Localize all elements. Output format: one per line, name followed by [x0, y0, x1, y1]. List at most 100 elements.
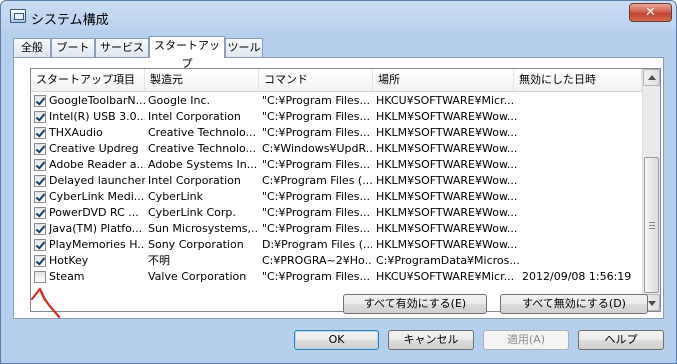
- cell-date-disabled: [522, 253, 640, 269]
- list-item[interactable]: CyberLink Medi... CyberLink "C:¥Program Fi…: [31, 189, 642, 205]
- startup-checkbox[interactable]: [34, 111, 46, 123]
- cell-startup-item: PowerDVD RC ...: [49, 206, 139, 219]
- close-button[interactable]: ✕: [629, 3, 672, 22]
- cell-startup-item: Creative Updreg: [49, 142, 139, 155]
- cell-date-disabled: [522, 189, 640, 205]
- column-header-startup-item[interactable]: スタートアップ項目: [31, 69, 145, 92]
- cell-manufacturer: CyberLink: [148, 190, 203, 203]
- cell-command: C:¥Windows¥UpdR...: [262, 142, 372, 155]
- column-header-location[interactable]: 場所: [373, 69, 514, 92]
- title-bar[interactable]: システム構成 ✕: [1, 1, 676, 31]
- cell-manufacturer: Creative Technolo...: [148, 142, 257, 155]
- startup-checkbox[interactable]: [34, 175, 46, 187]
- cell-location: HKLM¥SOFTWARE¥Wow...: [376, 126, 518, 139]
- cell-command: C:¥PROGRA~2¥Ho...: [262, 254, 372, 267]
- window-title: システム構成: [31, 13, 109, 28]
- cell-date-disabled: [522, 205, 640, 221]
- enable-all-button[interactable]: すべて有効にする(E): [343, 294, 487, 314]
- tab-boot[interactable]: ブート: [51, 38, 95, 57]
- cell-manufacturer: Google Inc.: [148, 94, 211, 107]
- list-item[interactable]: Steam Valve Corporation "C:¥Program Files.…: [31, 269, 642, 285]
- cell-location: HKLM¥SOFTWARE¥Wow...: [376, 142, 518, 155]
- cell-manufacturer: Adobe Systems In...: [148, 158, 258, 171]
- annotation-arrow-icon: [30, 287, 61, 319]
- cell-location: HKLM¥SOFTWARE¥Wow...: [376, 238, 518, 251]
- column-header-command[interactable]: コマンド: [259, 69, 373, 92]
- list-item[interactable]: HotKey 不明 C:¥PROGRA~2¥Ho... C:¥ProgramData¥…: [31, 253, 642, 269]
- cell-manufacturer: Sony Corporation: [148, 238, 244, 251]
- cell-startup-item: PlayMemories H...: [49, 238, 145, 251]
- startup-checkbox[interactable]: [34, 271, 46, 283]
- list-item[interactable]: Creative Updreg Creative Technolo... C:¥Wi…: [31, 141, 642, 157]
- cell-date-disabled: [522, 157, 640, 173]
- cell-command: "C:¥Program Files...: [262, 158, 370, 171]
- cell-date-disabled: [522, 125, 640, 141]
- cell-location: HKLM¥SOFTWARE¥Wow...: [376, 190, 518, 203]
- cell-location: HKCU¥SOFTWARE¥Micr...: [376, 94, 515, 107]
- cell-command: "C:¥Program Files...: [262, 110, 370, 123]
- arrow-head: [30, 287, 47, 302]
- cell-location: HKLM¥SOFTWARE¥Wow...: [376, 206, 518, 219]
- cell-command: "C:¥Program Files...: [262, 190, 370, 203]
- cell-command: "C:¥Program Files...: [262, 270, 370, 283]
- grip-line: [649, 228, 655, 229]
- cell-startup-item: THXAudio: [49, 126, 103, 139]
- list-rows: GoogleToolbarN... Google Inc. "C:¥Program …: [31, 93, 642, 285]
- startup-checkbox[interactable]: [34, 127, 46, 139]
- cell-date-disabled: [522, 237, 640, 253]
- startup-panel: スタートアップ項目 製造元 コマンド 場所 無効にした日時 GoogleTool…: [13, 57, 664, 319]
- cell-command: "C:¥Program Files...: [262, 206, 370, 219]
- startup-checkbox[interactable]: [34, 159, 46, 171]
- cell-location: HKLM¥SOFTWARE¥Wow...: [376, 222, 518, 235]
- cell-manufacturer: Sun Microsystems,...: [148, 222, 258, 235]
- grip-line: [649, 222, 655, 223]
- startup-list[interactable]: スタートアップ項目 製造元 コマンド 場所 無効にした日時 GoogleTool…: [30, 68, 661, 312]
- cell-date-disabled: [522, 141, 640, 157]
- cell-command: C:¥Program Files (...: [262, 174, 372, 187]
- disable-all-button[interactable]: すべて無効にする(D): [500, 294, 648, 314]
- list-item[interactable]: THXAudio Creative Technolo... "C:¥Program …: [31, 125, 642, 141]
- cell-startup-item: Delayed launcher: [49, 174, 145, 187]
- tab-services[interactable]: サービス: [95, 38, 149, 57]
- list-item[interactable]: PowerDVD RC ... CyberLink Corp. "C:¥Progra…: [31, 205, 642, 221]
- list-item[interactable]: Delayed launcher Intel Corporation C:¥Prog…: [31, 173, 642, 189]
- scroll-up-arrow-icon[interactable]: [643, 69, 660, 86]
- help-button[interactable]: ヘルプ: [578, 330, 664, 350]
- vertical-scrollbar[interactable]: [642, 69, 660, 311]
- cell-command: D:¥Program Files (...: [262, 238, 372, 251]
- tab-general[interactable]: 全般: [13, 38, 51, 57]
- column-header-manufacturer[interactable]: 製造元: [145, 69, 259, 92]
- cell-manufacturer: Creative Technolo...: [148, 126, 257, 139]
- cell-manufacturer: CyberLink Corp.: [148, 206, 236, 219]
- cell-date-disabled: [522, 173, 640, 189]
- grip-line: [649, 225, 655, 226]
- ok-button[interactable]: OK: [294, 330, 379, 350]
- tab-startup[interactable]: スタートアップ: [149, 36, 225, 70]
- scroll-thumb[interactable]: [644, 157, 659, 293]
- cell-manufacturer: Intel Corporation: [148, 174, 241, 187]
- cell-command: "C:¥Program Files...: [262, 126, 370, 139]
- app-window-icon: [10, 9, 26, 23]
- startup-checkbox[interactable]: [34, 191, 46, 203]
- tab-tools[interactable]: ツール: [225, 38, 263, 57]
- apply-button[interactable]: 適用(A): [483, 330, 569, 350]
- column-header-date-disabled[interactable]: 無効にした日時: [514, 69, 642, 92]
- cell-date-disabled: [522, 221, 640, 237]
- startup-checkbox[interactable]: [34, 95, 46, 107]
- list-item[interactable]: GoogleToolbarN... Google Inc. "C:¥Program …: [31, 93, 642, 109]
- cell-location: C:¥ProgramData¥Micros...: [376, 254, 520, 267]
- list-item[interactable]: Intel(R) USB 3.0... Intel Corporation "C:¥…: [31, 109, 642, 125]
- list-item[interactable]: Adobe Reader a... Adobe Systems In... "C:¥…: [31, 157, 642, 173]
- cell-startup-item: HotKey: [49, 254, 89, 267]
- cancel-button[interactable]: キャンセル: [388, 330, 474, 350]
- cell-location: HKLM¥SOFTWARE¥Wow...: [376, 174, 518, 187]
- startup-checkbox[interactable]: [34, 143, 46, 155]
- list-item[interactable]: Java(TM) Platfo... Sun Microsystems,... "C…: [31, 221, 642, 237]
- startup-checkbox[interactable]: [34, 223, 46, 235]
- startup-checkbox[interactable]: [34, 255, 46, 267]
- cell-date-disabled: 2012/09/08 1:56:19: [522, 270, 632, 283]
- list-item[interactable]: PlayMemories H... Sony Corporation D:¥Prog…: [31, 237, 642, 253]
- startup-checkbox[interactable]: [34, 207, 46, 219]
- startup-checkbox[interactable]: [34, 239, 46, 251]
- list-header: スタートアップ項目 製造元 コマンド 場所 無効にした日時: [31, 69, 642, 92]
